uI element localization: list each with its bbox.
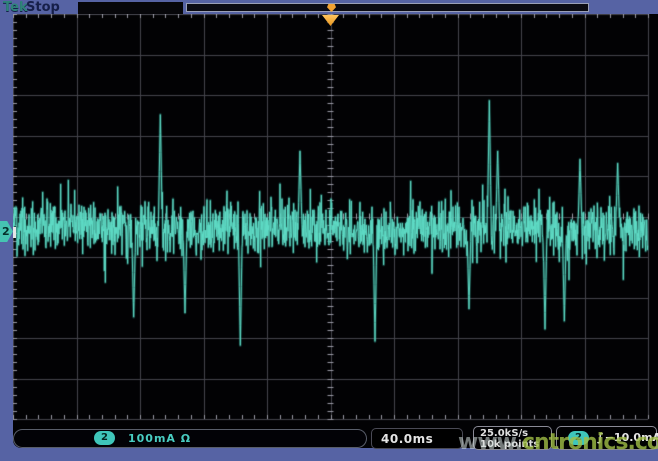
watermark-main: cntronics.com xyxy=(522,430,658,455)
channel2-ground-dash xyxy=(13,227,16,238)
watermark-prefix: www. xyxy=(458,430,522,455)
acquisition-state-label: Stop xyxy=(26,0,60,15)
watermark: www.cntronics.com xyxy=(458,430,658,455)
record-view-bar[interactable] xyxy=(186,3,589,12)
timebase-readout-box[interactable]: 40.0ms xyxy=(371,428,463,449)
channel2-scale-readout: 100mA Ω xyxy=(128,432,191,445)
channel2-badge: 2 xyxy=(94,431,115,445)
timebase-scale: 40.0ms xyxy=(381,432,433,446)
oscilloscope-screen: Tek Stop 2 2 100mA Ω 40.0ms 25.0kS/s 10k… xyxy=(0,0,658,461)
waveform-display xyxy=(13,14,658,425)
channel2-position-marker[interactable]: 2 xyxy=(0,221,13,242)
tek-logo: Tek xyxy=(3,0,28,15)
record-trigger-position-icon[interactable] xyxy=(327,4,336,12)
